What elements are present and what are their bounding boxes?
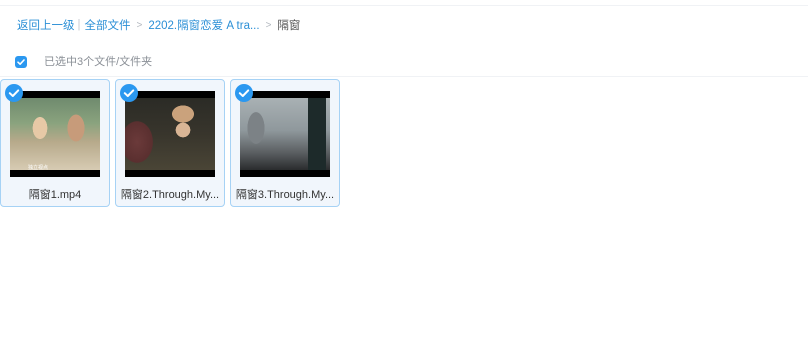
checkmark-icon: [17, 59, 25, 65]
video-thumbnail: 独立视点: [10, 91, 100, 177]
file-tile[interactable]: 隔窗3.Through.My...: [230, 79, 340, 207]
file-name[interactable]: 隔窗1.mp4: [3, 186, 107, 202]
header-divider: [0, 5, 808, 6]
breadcrumb-separator: >: [265, 19, 272, 31]
breadcrumb-folder[interactable]: 2202.隔窗恋爱 A tra...: [148, 17, 259, 33]
video-thumbnail: [240, 91, 330, 177]
breadcrumb-all-files[interactable]: 全部文件: [85, 17, 131, 33]
selected-check-icon[interactable]: [120, 84, 138, 102]
selected-check-icon[interactable]: [235, 84, 253, 102]
breadcrumb-pipe: |: [77, 19, 81, 31]
video-thumbnail: [125, 91, 215, 177]
select-all-checkbox[interactable]: [15, 56, 27, 68]
file-name[interactable]: 隔窗2.Through.My...: [118, 186, 222, 202]
breadcrumb-current: 隔窗: [277, 20, 301, 32]
file-name[interactable]: 隔窗3.Through.My...: [233, 186, 337, 202]
file-tile[interactable]: 隔窗2.Through.My...: [115, 79, 225, 207]
file-tile[interactable]: 独立视点 隔窗1.mp4: [0, 79, 110, 207]
back-link[interactable]: 返回上一级: [17, 17, 75, 33]
thumbnail-caption: 独立视点: [28, 165, 49, 171]
breadcrumb-separator: >: [136, 19, 143, 31]
selected-check-icon[interactable]: [5, 84, 23, 102]
selection-count: 已选中3个文件/文件夹: [44, 56, 153, 68]
selection-bar: 已选中3个文件/文件夹: [0, 49, 808, 76]
toolbar-divider: [0, 76, 808, 77]
breadcrumb: 返回上一级 | 全部文件 > 2202.隔窗恋爱 A tra... > 隔窗: [17, 17, 300, 33]
